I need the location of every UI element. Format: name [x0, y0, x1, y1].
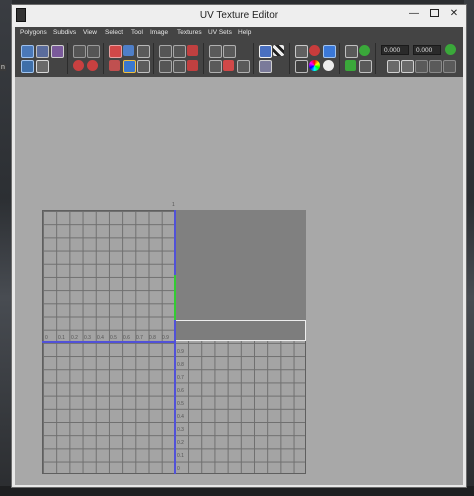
menu-help[interactable]: Help — [238, 29, 251, 36]
flip-u-icon[interactable] — [73, 45, 86, 58]
unfold-uvs-icon[interactable] — [173, 60, 186, 73]
image-range-icon[interactable] — [345, 45, 358, 58]
h-tick-label: 0.2 — [71, 335, 78, 341]
toolbar: 0.000 0.000 — [15, 40, 463, 78]
u-value-field[interactable]: 0.000 — [381, 45, 409, 55]
v-tick-label: 0.1 — [177, 453, 184, 459]
grid-display-icon[interactable] — [295, 45, 308, 58]
title-bar[interactable]: UV Texture Editor — ✕ — [12, 5, 466, 27]
color-channel-icon[interactable] — [309, 60, 320, 71]
add-to-isolate-icon[interactable] — [223, 45, 236, 58]
top-tick-label: 1 — [172, 202, 175, 208]
layout-uvs-icon[interactable] — [123, 60, 136, 73]
toggle-isolate-icon[interactable] — [209, 45, 222, 58]
v-tick-label: 0 — [177, 466, 180, 472]
uv-lock-icon[interactable] — [359, 45, 370, 56]
grid-uvs-icon[interactable] — [159, 60, 172, 73]
uv-0-1-tile — [174, 210, 306, 320]
maximize-button[interactable] — [426, 7, 442, 21]
paste-v-icon[interactable] — [429, 60, 442, 73]
select-shell-icon[interactable] — [21, 60, 34, 73]
paste-u-icon[interactable] — [415, 60, 428, 73]
checker-tiles-icon[interactable] — [273, 45, 284, 56]
selected-uv-shell[interactable] — [174, 320, 306, 341]
menu-textures[interactable]: Textures — [177, 29, 202, 36]
menu-select[interactable]: Select — [105, 29, 123, 36]
toolbar-separator — [103, 43, 104, 74]
viewport-menu-fragment[interactable]: n — [0, 64, 6, 71]
align-min-v-icon[interactable] — [187, 45, 198, 56]
align-max-u-icon[interactable] — [173, 45, 186, 58]
v-tick-label: 0.6 — [177, 388, 184, 394]
tweak-uv-icon[interactable] — [36, 60, 49, 73]
h-tick-label: 0.4 — [97, 335, 104, 341]
v-tick-label: 0.5 — [177, 401, 184, 407]
toolbar-separator — [67, 43, 68, 74]
align-min-u-icon[interactable] — [159, 45, 172, 58]
sew-uv-edges-icon[interactable] — [123, 45, 134, 56]
refresh-icon[interactable] — [445, 44, 456, 55]
uv-smudge-icon[interactable] — [51, 45, 64, 58]
paste-uvs-icon[interactable] — [401, 60, 414, 73]
h-tick-label: 0.9 — [162, 335, 169, 341]
uv-snapshot-icon[interactable] — [21, 45, 34, 58]
toolbar-separator — [339, 43, 340, 74]
pixel-snap-icon[interactable] — [309, 45, 320, 56]
h-tick-label: 0.5 — [110, 335, 117, 341]
normalize-uvs-icon[interactable] — [137, 60, 150, 73]
h-tick-label: 0.3 — [84, 335, 91, 341]
cut-uv-edges-icon[interactable] — [109, 45, 122, 58]
toolbar-separator — [375, 43, 376, 74]
menu-view[interactable]: View — [83, 29, 97, 36]
toolbar-separator — [153, 43, 154, 74]
align-max-v-icon[interactable] — [187, 60, 198, 71]
distortion-icon[interactable] — [359, 60, 372, 73]
uv-texture-editor-window: UV Texture Editor — ✕ Polygons Subdivs V… — [11, 4, 467, 488]
h-tick-label: 0.6 — [123, 335, 130, 341]
v-tick-label: 0.4 — [177, 414, 184, 420]
menu-image[interactable]: Image — [150, 29, 168, 36]
isolate-shell-icon[interactable] — [237, 60, 250, 73]
split-uvs-icon[interactable] — [109, 60, 120, 71]
dim-image-icon[interactable] — [259, 60, 272, 73]
v-tick-label: 0.8 — [177, 362, 184, 368]
v-tick-label: 0.9 — [177, 349, 184, 355]
menu-polygons[interactable]: Polygons — [20, 29, 47, 36]
v-tick-label: 0.3 — [177, 427, 184, 433]
alpha-channel-icon[interactable] — [323, 60, 334, 71]
window-title: UV Texture Editor — [199, 10, 279, 21]
menu-tool[interactable]: Tool — [131, 29, 143, 36]
menu-bar: Polygons Subdivs View Select Tool Image … — [15, 27, 463, 40]
v-tick-label: 0.7 — [177, 375, 184, 381]
menu-uv-sets[interactable]: UV Sets — [208, 29, 232, 36]
remove-from-isolate-icon[interactable] — [209, 60, 222, 73]
toolbar-separator — [203, 43, 204, 74]
minimize-button[interactable]: — — [406, 7, 422, 21]
h-tick-label: 0.1 — [58, 335, 65, 341]
close-button[interactable]: ✕ — [446, 7, 462, 21]
remove-all-isolate-icon[interactable] — [223, 60, 234, 71]
toolbar-separator — [253, 43, 254, 74]
v-axis-highlight — [174, 275, 176, 320]
cycle-uvs-icon[interactable] — [443, 60, 456, 73]
v-tick-label: 0.2 — [177, 440, 184, 446]
h-tick-label: 0.8 — [149, 335, 156, 341]
rotate-ccw-icon[interactable] — [73, 60, 84, 71]
flip-v-icon[interactable] — [87, 45, 100, 58]
menu-subdivs[interactable]: Subdivs — [53, 29, 76, 36]
h-tick-label: 0.7 — [136, 335, 143, 341]
toolbar-separator — [289, 43, 290, 74]
toggle-filter-icon[interactable] — [295, 60, 308, 73]
v-value-field[interactable]: 0.000 — [413, 45, 441, 55]
uv-editor-canvas[interactable]: 1 0 0.1 0.2 0.3 0.4 0.5 0.6 0.7 0.8 0.9 … — [15, 77, 463, 485]
h-tick-label: 0 — [45, 335, 48, 341]
texture-border-icon[interactable] — [345, 60, 356, 71]
shade-uvs-icon[interactable] — [323, 45, 336, 58]
display-image-icon[interactable] — [259, 45, 272, 58]
uv-lattice-icon[interactable] — [36, 45, 49, 58]
copy-uvs-icon[interactable] — [387, 60, 400, 73]
rotate-cw-icon[interactable] — [87, 60, 98, 71]
move-sew-icon[interactable] — [137, 45, 150, 58]
u-axis-line — [42, 341, 175, 343]
